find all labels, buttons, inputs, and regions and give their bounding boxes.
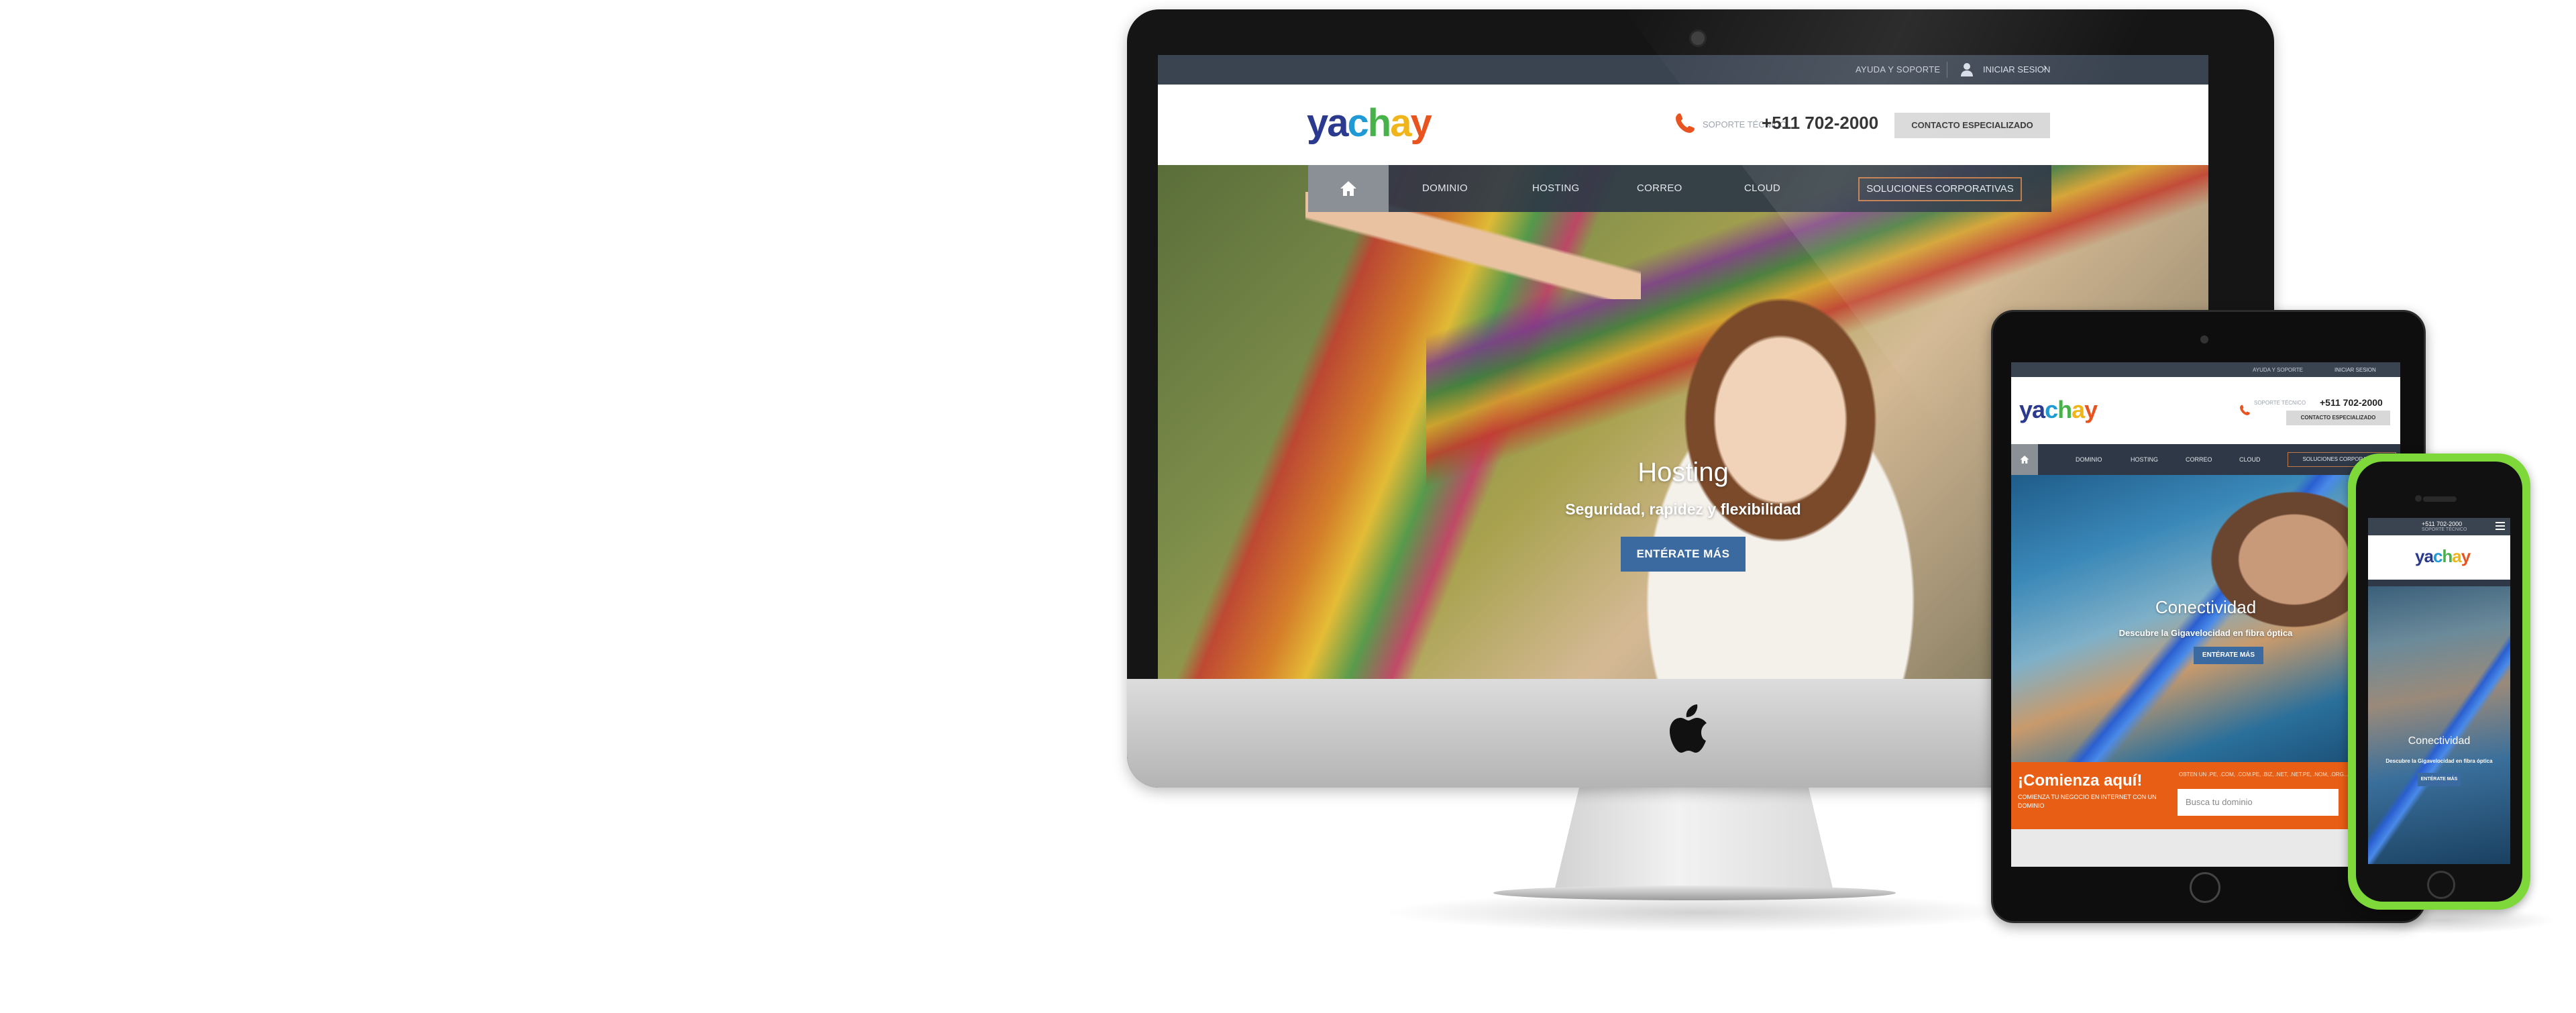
tablet-top-bar: AYUDA Y SOPORTE INICIAR SESION bbox=[2011, 362, 2400, 377]
mobile-support-number[interactable]: +511 702-2000 bbox=[2422, 521, 2462, 527]
tablet-nav-cloud[interactable]: CLOUD bbox=[2239, 456, 2261, 463]
domain-extensions: OBTEN UN .PE, .COM, .COM.PE, .BIZ, .NET,… bbox=[2179, 771, 2349, 778]
support-number[interactable]: +511 702-2000 bbox=[1762, 113, 1878, 134]
menu-icon[interactable] bbox=[2496, 522, 2505, 530]
mobile-hero-subtitle: Descubre la Gigavelocidad en fibra óptic… bbox=[2385, 758, 2493, 764]
nav-item-hosting[interactable]: HOSTING bbox=[1532, 182, 1579, 194]
tablet-logo[interactable]: yachay bbox=[2019, 396, 2098, 424]
mobile-support-label: SOPORTE TÉCNICO bbox=[2422, 527, 2467, 532]
iphone-screen: +511 702-2000 SOPORTE TÉCNICO yachay Con… bbox=[2368, 518, 2510, 864]
mobile-logo[interactable]: yachay bbox=[2415, 546, 2471, 567]
ipad-screen: AYUDA Y SOPORTE INICIAR SESION yachay SO… bbox=[2011, 362, 2400, 867]
top-utility-bar: AYUDA Y SOPORTE INICIAR SESION › bbox=[1158, 55, 2208, 85]
domain-title: ¡Comienza aquí! bbox=[2018, 771, 2143, 790]
tablet-nav-dominio[interactable]: DOMINIO bbox=[2076, 456, 2102, 463]
site-header: yachay SOPORTE TÉCNICO +511 702-2000 CON… bbox=[1158, 85, 2208, 165]
login-link[interactable]: INICIAR SESION bbox=[1983, 64, 2050, 74]
learn-more-button[interactable]: ENTÉRATE MÁS bbox=[1621, 537, 1746, 572]
tablet-header: yachay SOPORTE TÉCNICO +511 702-2000 CON… bbox=[2011, 377, 2400, 444]
tablet-learn-more-button[interactable]: ENTÉRATE MÁS bbox=[2194, 647, 2263, 664]
mobile-nav-strip bbox=[2368, 580, 2510, 586]
tablet-hero-title: Conectividad bbox=[2155, 597, 2257, 617]
mobile-top-bar: +511 702-2000 SOPORTE TÉCNICO bbox=[2368, 518, 2510, 535]
nav-item-cloud[interactable]: CLOUD bbox=[1744, 182, 1780, 194]
imac-base bbox=[1493, 886, 1896, 900]
mobile-header: yachay bbox=[2368, 535, 2510, 580]
tablet-help-link[interactable]: AYUDA Y SOPORTE bbox=[2253, 367, 2303, 373]
user-icon bbox=[1961, 63, 1973, 76]
home-icon bbox=[2020, 456, 2029, 464]
imac-stand bbox=[1555, 788, 1833, 888]
nav-item-correo[interactable]: CORREO bbox=[1637, 182, 1682, 194]
imac-camera bbox=[1689, 30, 1707, 47]
domain-search-input[interactable]: Busca tu dominio bbox=[2178, 789, 2339, 816]
nav-item-dominio[interactable]: DOMINIO bbox=[1422, 182, 1468, 194]
iphone-speaker bbox=[2423, 496, 2457, 502]
help-link[interactable]: AYUDA Y SOPORTE bbox=[1856, 64, 1940, 74]
apple-logo-icon bbox=[1670, 704, 1707, 753]
iphone-home-button bbox=[2427, 871, 2455, 899]
phone-icon bbox=[1676, 113, 1695, 133]
iphone-shadow bbox=[2328, 907, 2556, 934]
ipad-camera bbox=[2200, 335, 2208, 343]
mobile-hero-title: Conectividad bbox=[2408, 735, 2471, 747]
phone-icon bbox=[2240, 405, 2250, 415]
home-icon bbox=[1340, 181, 1356, 196]
chevron-right-icon: › bbox=[2043, 62, 2047, 73]
yachay-logo[interactable]: yachay bbox=[1307, 101, 1432, 146]
main-nav: DOMINIO HOSTING CORREO CLOUD SOLUCIONES … bbox=[1308, 165, 2051, 212]
tablet-nav: DOMINIO HOSTING CORREO CLOUD SOLUCIONES … bbox=[2011, 444, 2400, 475]
tablet-support-number[interactable]: +511 702-2000 bbox=[2320, 397, 2383, 408]
contact-button[interactable]: CONTACTO ESPECIALIZADO bbox=[1894, 113, 2050, 138]
tablet-nav-hosting[interactable]: HOSTING bbox=[2131, 456, 2158, 463]
iphone-camera bbox=[2415, 495, 2422, 502]
nav-item-corporate[interactable]: SOLUCIONES CORPORATIVAS bbox=[1858, 177, 2022, 201]
tablet-hero-subtitle: Descubre la Gigavelocidad en fibra óptic… bbox=[2118, 628, 2293, 638]
tablet-nav-home[interactable] bbox=[2011, 444, 2038, 475]
tablet-footer-area bbox=[2011, 829, 2400, 867]
tablet-support-label: SOPORTE TÉCNICO bbox=[2254, 400, 2306, 406]
ipad-home-button bbox=[2190, 872, 2220, 903]
tablet-contact-button[interactable]: CONTACTO ESPECIALIZADO bbox=[2286, 411, 2390, 425]
tablet-hero: Conectividad Descubre la Gigavelocidad e… bbox=[2011, 475, 2400, 762]
tablet-nav-correo[interactable]: CORREO bbox=[2186, 456, 2212, 463]
domain-search-section: ¡Comienza aquí! COMIENZA TU NEGOCIO EN I… bbox=[2011, 762, 2400, 829]
mobile-learn-more-button[interactable]: ENTÉRATE MÁS bbox=[2418, 773, 2461, 786]
domain-subtitle: COMIENZA TU NEGOCIO EN INTERNET CON UN D… bbox=[2018, 794, 2157, 809]
mobile-hero: Conectividad Descubre la Gigavelocidad e… bbox=[2368, 586, 2510, 864]
nav-home[interactable] bbox=[1308, 165, 1389, 212]
tablet-login-link[interactable]: INICIAR SESION bbox=[2334, 367, 2376, 373]
